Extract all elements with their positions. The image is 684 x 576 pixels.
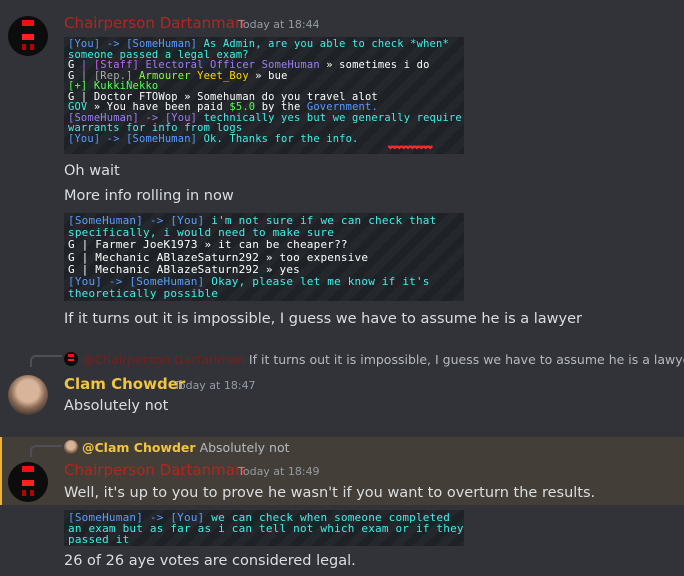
message-text: Well, it's up to you to prove he wasn't … — [64, 485, 596, 501]
chat-log-line: theoretically possible — [68, 287, 219, 301]
reply-author: @Clam Chowder — [82, 440, 196, 455]
hearts-icon: ❤❤❤❤❤❤❤❤❤❤ — [387, 142, 433, 153]
avatar-dartanman[interactable] — [8, 16, 48, 56]
avatar-dartanman[interactable] — [8, 462, 48, 502]
chat-screenshot-image[interactable]: [SomeHuman] -> [You] we can check when s… — [64, 510, 464, 546]
reply-author: @Chairperson Dartanman — [82, 352, 245, 367]
message-text: 26 of 26 aye votes are considered legal. — [64, 553, 356, 569]
reply-avatar-dartanman — [64, 352, 78, 366]
reply-snippet: If it turns out it is impossible, I gues… — [248, 352, 684, 367]
message-text: Oh wait — [64, 163, 120, 179]
timestamp: Today at 18:49 — [238, 465, 320, 478]
chat-screenshot-image[interactable]: [You] -> [SomeHuman] As Admin, are you a… — [64, 37, 464, 154]
reply-connector — [30, 445, 62, 457]
reply-snippet: Absolutely not — [199, 440, 290, 455]
author-name[interactable]: Clam Chowder — [64, 375, 185, 393]
author-name[interactable]: Chairperson Dartanman — [64, 14, 245, 32]
reply-connector — [30, 355, 62, 367]
reply-preview[interactable]: @Clam Chowder Absolutely not — [82, 440, 290, 455]
author-name[interactable]: Chairperson Dartanman — [64, 461, 245, 479]
reply-avatar-clam — [64, 440, 78, 454]
timestamp: Today at 18:47 — [174, 379, 256, 392]
message-text: More info rolling in now — [64, 188, 234, 204]
timestamp: Today at 18:44 — [238, 18, 320, 31]
reply-preview[interactable]: @Chairperson Dartanman If it turns out i… — [82, 352, 684, 367]
message-text: If it turns out it is impossible, I gues… — [64, 311, 582, 327]
avatar-clam-chowder[interactable] — [8, 375, 48, 415]
message-text: Absolutely not — [64, 398, 169, 414]
chat-screenshot-image[interactable]: [SomeHuman] -> [You] i'm not sure if we … — [64, 213, 464, 301]
chat-log-line: passed it — [68, 533, 130, 546]
